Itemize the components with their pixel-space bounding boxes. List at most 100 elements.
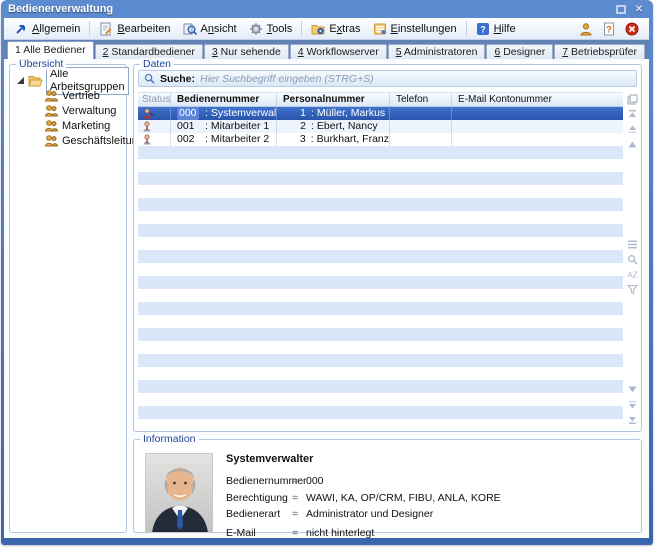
sort-icon[interactable]: AZ [627, 269, 638, 280]
tree-root-alle-arbeitsgruppen[interactable]: Alle Arbeitsgruppen [16, 73, 124, 88]
empty-table-row [138, 380, 623, 393]
tab-standardbediener[interactable]: 2 Standardbediener [95, 44, 203, 59]
operator-status-icon [142, 108, 154, 119]
search-placeholder: Hier Suchbegriff eingeben (STRG+S) [200, 73, 374, 85]
scroll-prev-page-icon[interactable] [627, 124, 638, 135]
empty-table-row [138, 393, 623, 406]
tree-item-geschaeftsleitung[interactable]: Geschäftsleitung [44, 133, 124, 148]
overview-panel-label: Übersicht [16, 58, 66, 70]
empty-table-row [138, 237, 623, 250]
menu-separator [466, 21, 467, 36]
user-icon[interactable] [579, 22, 593, 36]
svg-text:?: ? [480, 24, 486, 34]
tab-betriebspruefer[interactable]: 7 Betriebsprüfer [554, 44, 645, 59]
empty-table-row [138, 224, 623, 237]
tree-item-label: Vertrieb [62, 90, 100, 102]
scroll-next-icon[interactable] [627, 384, 638, 395]
table-row[interactable]: 000:Systemverwalter 1:Müller, Markus [138, 107, 623, 120]
info-field-email: E-Mail=nicht hinterlegt [226, 527, 633, 538]
edit-document-icon [99, 22, 113, 36]
operator-status-icon [142, 134, 154, 145]
info-field-berechtigung: Berechtigung=WAWI, KA, OP/CRM, FIBU, ANL… [226, 492, 633, 504]
filter-icon[interactable] [627, 284, 638, 295]
tab-alle-bediener[interactable]: 1 Alle Bediener [7, 41, 94, 59]
information-panel: Information [133, 439, 642, 533]
info-field-bedienernummer: Bedienernummer=000 [226, 475, 633, 487]
tabstrip: 1 Alle Bediener 2 Standardbediener 3 Nur… [4, 40, 649, 59]
tab-workflowserver[interactable]: 4 Workflowserver [290, 44, 387, 59]
app-window: Bedienerverwaltung ✕ Allgemein Bearbeite… [1, 0, 653, 545]
scroll-first-icon[interactable] [627, 109, 638, 120]
table-row[interactable]: 002:Mitarbeiter 2 3:Burkhart, Franz [138, 133, 623, 146]
empty-table-row [138, 159, 623, 172]
column-header-email[interactable]: E-Mail Kontonummer [452, 93, 623, 106]
overview-panel: Übersicht Alle Arbeitsgruppen Vertrieb V… [9, 64, 127, 533]
empty-table-row [138, 315, 623, 328]
empty-table-row [138, 250, 623, 263]
empty-table-row [138, 276, 623, 289]
search-input[interactable]: Suche: Hier Suchbegriff eingeben (STRG+S… [138, 70, 637, 87]
menu-separator [301, 21, 302, 36]
tree-item-label: Geschäftsleitung [62, 135, 144, 147]
scroll-next-page-icon[interactable] [627, 399, 638, 410]
empty-rows [138, 146, 623, 427]
close-red-icon[interactable] [625, 22, 639, 36]
restore-icon[interactable] [614, 3, 628, 15]
empty-table-row [138, 198, 623, 211]
tree-expander-icon[interactable] [16, 76, 25, 85]
close-icon[interactable]: ✕ [632, 3, 646, 15]
scroll-prev-icon[interactable] [627, 139, 638, 150]
empty-table-row [138, 172, 623, 185]
scroll-last-icon[interactable] [627, 414, 638, 425]
information-panel-label: Information [140, 433, 199, 445]
table-header[interactable]: Status Bedienernummer Personalnummer Tel… [138, 93, 623, 107]
column-header-telefon[interactable]: Telefon [390, 93, 452, 106]
data-panel: Daten Suche: Hier Suchbegriff eingeben (… [133, 64, 642, 432]
gear-icon [249, 22, 263, 36]
group-icon [44, 134, 59, 147]
empty-table-row [138, 367, 623, 380]
column-header-bedienernummer[interactable]: Bedienernummer [171, 93, 277, 106]
menu-hilfe[interactable]: ? Hilfe [470, 21, 522, 37]
bediener-table: Status Bedienernummer Personalnummer Tel… [138, 92, 623, 427]
list-view-icon[interactable] [627, 239, 638, 250]
menu-allgemein[interactable]: Allgemein [8, 21, 86, 37]
operator-photo [145, 453, 213, 533]
group-icon [44, 104, 59, 117]
arrow-up-right-icon [14, 22, 28, 36]
group-icon [44, 119, 59, 132]
column-header-personalnummer[interactable]: Personalnummer [277, 93, 390, 106]
search-grid-icon[interactable] [627, 254, 638, 265]
operator-name: Systemverwalter [226, 453, 633, 465]
info-field-bedienerart: Bedienerart=Administrator und Designer [226, 508, 633, 520]
tree-item-marketing[interactable]: Marketing [44, 118, 124, 133]
column-header-status[interactable]: Status [138, 93, 171, 106]
menu-extras[interactable]: Extras [305, 21, 366, 37]
tab-designer[interactable]: 6 Designer [486, 44, 553, 59]
menu-einstellungen[interactable]: Einstellungen [367, 21, 463, 37]
settings-icon [373, 22, 387, 36]
table-row[interactable]: 001:Mitarbeiter 1 2:Ebert, Nancy [138, 120, 623, 133]
empty-table-row [138, 354, 623, 367]
tree-item-label: Marketing [62, 120, 110, 132]
table-side-toolbar: AZ [625, 92, 639, 427]
data-panel-label: Daten [140, 58, 174, 70]
search-icon [144, 73, 155, 84]
tab-administratoren[interactable]: 5 Administratoren [388, 44, 486, 59]
menu-ansicht[interactable]: Ansicht [177, 21, 243, 37]
magnifier-document-icon [183, 22, 197, 36]
empty-table-row [138, 302, 623, 315]
menu-bearbeiten[interactable]: Bearbeiten [93, 21, 176, 37]
group-icon [44, 89, 59, 102]
help-document-icon[interactable]: ? [602, 22, 616, 36]
workgroup-tree: Alle Arbeitsgruppen Vertrieb Verwaltung … [10, 65, 126, 148]
empty-table-row [138, 406, 623, 419]
menu-tools[interactable]: Tools [243, 21, 299, 37]
tab-nur-sehende[interactable]: 3 Nur sehende [204, 44, 289, 59]
help-icon: ? [476, 22, 490, 36]
empty-table-row [138, 211, 623, 224]
empty-table-row [138, 328, 623, 341]
column-chooser-icon[interactable] [627, 94, 638, 105]
search-label: Suche: [160, 73, 195, 85]
tree-item-verwaltung[interactable]: Verwaltung [44, 103, 124, 118]
